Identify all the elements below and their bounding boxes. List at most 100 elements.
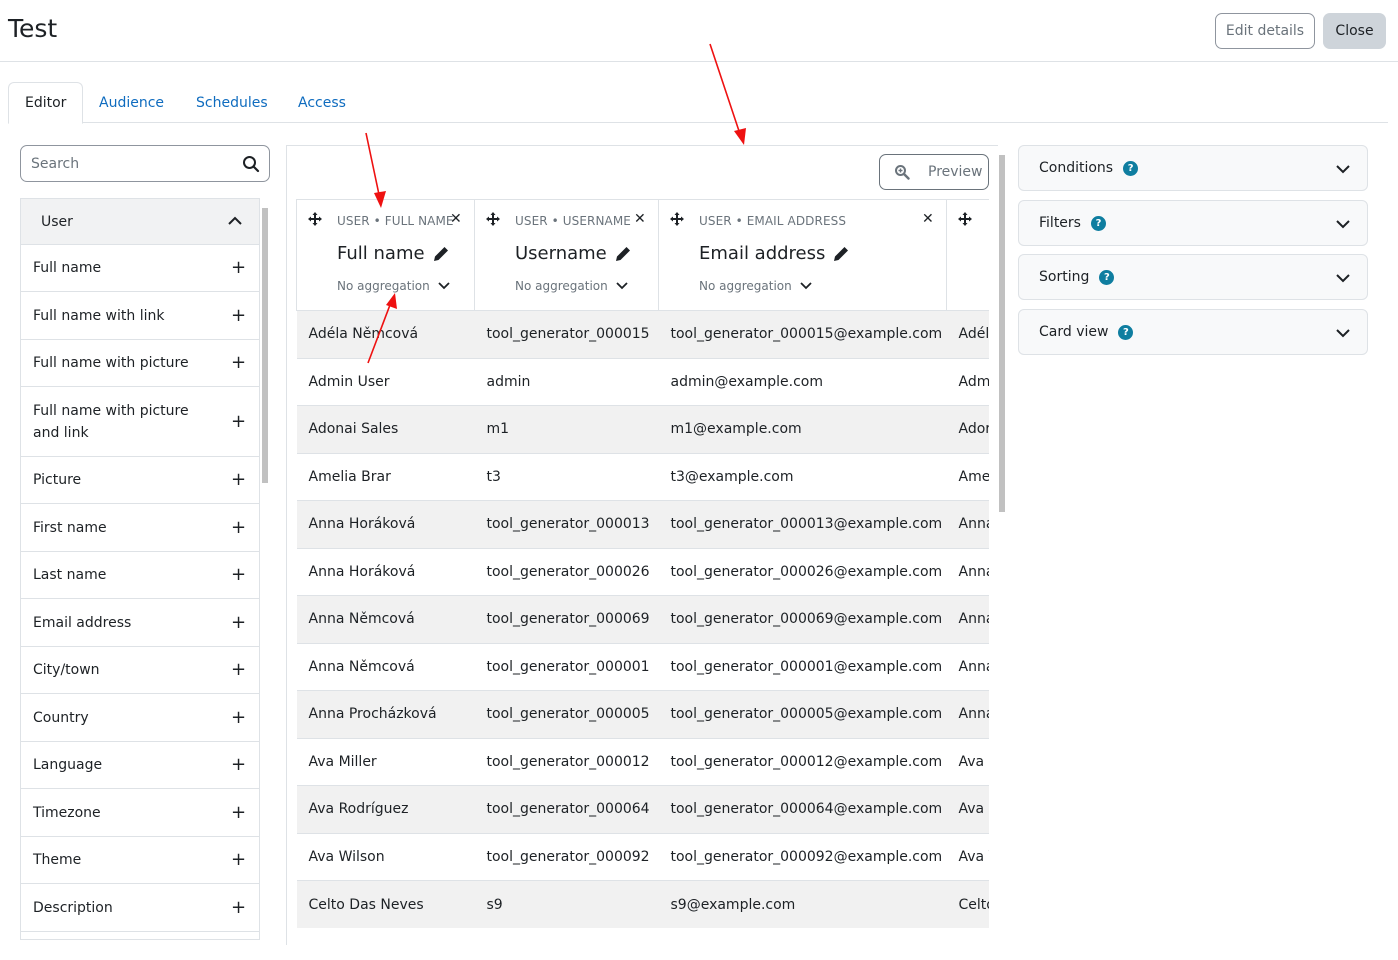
- zoom-icon: [895, 165, 910, 180]
- table-cell: tool_generator_000026@example.com: [658, 547, 947, 596]
- add-icon[interactable]: +: [231, 802, 246, 824]
- table-cell: Ame: [946, 452, 989, 501]
- edit-details-button[interactable]: Edit details: [1215, 13, 1315, 49]
- sidebar-item-theme[interactable]: Theme +: [21, 837, 259, 884]
- sidebar-scrollbar[interactable]: [262, 204, 268, 940]
- column-title[interactable]: Username: [515, 243, 631, 264]
- table-cell: tool_generator_000069@example.com: [658, 595, 947, 643]
- table-row: Anna Horáková tool_generator_000013 tool_g…: [296, 500, 989, 548]
- help-icon[interactable]: ?: [1118, 324, 1134, 340]
- sidebar-item-description[interactable]: Description +: [21, 884, 259, 932]
- card-view-panel[interactable]: Card view?: [1018, 309, 1368, 355]
- sidebar-item-last-name[interactable]: Last name +: [21, 552, 259, 599]
- table-row: Anna Němcová tool_generator_000001 tool_ge…: [296, 642, 989, 691]
- sidebar-item-first-name[interactable]: First name +: [21, 504, 259, 552]
- add-icon[interactable]: +: [231, 564, 246, 586]
- help-icon[interactable]: ?: [1123, 160, 1139, 176]
- tab-editor[interactable]: Editor: [8, 82, 84, 124]
- sidebar-item-picture[interactable]: Picture +: [21, 457, 259, 504]
- add-icon[interactable]: +: [231, 352, 246, 374]
- table-cell: s9@example.com: [658, 880, 947, 928]
- tab-access[interactable]: Access: [282, 82, 362, 123]
- sidebar-item-email-address[interactable]: Email address +: [21, 599, 259, 647]
- aggregation-select[interactable]: No aggregation: [337, 279, 451, 293]
- table-cell: Adm: [946, 357, 989, 406]
- add-icon[interactable]: +: [231, 517, 246, 539]
- help-icon[interactable]: ?: [1090, 215, 1106, 231]
- remove-column-icon[interactable]: ✕: [634, 211, 646, 227]
- scrollbar-thumb[interactable]: [262, 208, 268, 483]
- sidebar-item-full-name-with-link[interactable]: Full name with link +: [21, 292, 259, 340]
- search-input[interactable]: [31, 153, 231, 175]
- add-icon[interactable]: +: [231, 754, 246, 776]
- sidebar-item-country[interactable]: Country +: [21, 694, 259, 742]
- scrollbar-thumb[interactable]: [999, 155, 1005, 512]
- report-table-container: USER • FULL NAME ✕ Full name No aggregat…: [296, 199, 989, 940]
- table-cell: Amelia Brar: [296, 452, 475, 501]
- table-row: Ava Rodríguez tool_generator_000064 tool_g…: [296, 785, 989, 833]
- table-cell: tool_generator_000026: [474, 547, 659, 596]
- table-row: Admin User admin admin@example.com Adm: [296, 357, 989, 406]
- move-icon[interactable]: [958, 212, 972, 226]
- table-cell: Adél: [946, 310, 989, 358]
- sidebar-item-full-name-with-picture[interactable]: Full name with picture +: [21, 340, 259, 387]
- add-icon[interactable]: +: [231, 849, 246, 871]
- table-cell: tool_generator_000001@example.com: [658, 642, 947, 691]
- filters-panel[interactable]: Filters?: [1018, 200, 1368, 246]
- table-row: Celto Das Nevess9s9@example.comCelto: [296, 880, 989, 928]
- table-cell: tool_generator_000005@example.com: [658, 690, 947, 738]
- add-icon[interactable]: +: [231, 707, 246, 729]
- table-row: Adéla Němcová tool_generator_000015 tool_g…: [296, 310, 989, 358]
- add-icon[interactable]: +: [231, 257, 246, 279]
- sidebar-item-full-name[interactable]: Full name +: [21, 245, 259, 292]
- table-cell: Celto Das Neves: [296, 880, 475, 928]
- remove-column-icon[interactable]: ✕: [450, 211, 462, 227]
- sidebar-item-city-town[interactable]: City/town +: [21, 647, 259, 694]
- remove-column-icon[interactable]: ✕: [922, 211, 934, 227]
- add-icon[interactable]: +: [231, 411, 246, 433]
- column-title[interactable]: Full name: [337, 243, 449, 264]
- add-icon[interactable]: +: [231, 659, 246, 681]
- table-cell: s9: [474, 880, 659, 928]
- conditions-panel[interactable]: Conditions?: [1018, 145, 1368, 191]
- table-cell: tool_generator_000015: [474, 310, 659, 358]
- column-header-partial: [946, 199, 989, 311]
- table-cell: tool_generator_000013: [474, 500, 659, 548]
- report-scrollbar[interactable]: [999, 150, 1005, 940]
- aggregation-select[interactable]: No aggregation: [515, 279, 629, 293]
- pencil-icon[interactable]: [433, 246, 449, 262]
- help-icon[interactable]: ?: [1099, 269, 1115, 285]
- move-icon[interactable]: [486, 212, 500, 226]
- add-icon[interactable]: +: [231, 469, 246, 491]
- sidebar-group-user[interactable]: User: [21, 199, 259, 245]
- aggregation-select[interactable]: No aggregation: [699, 279, 813, 293]
- search-icon[interactable]: [242, 155, 260, 173]
- table-cell: tool_generator_000012: [474, 737, 659, 786]
- move-icon[interactable]: [670, 212, 684, 226]
- sidebar-item-timezone[interactable]: Timezone +: [21, 789, 259, 837]
- preview-button[interactable]: Preview: [879, 154, 989, 190]
- table-cell: Ava Wilson: [296, 832, 475, 881]
- sorting-panel[interactable]: Sorting?: [1018, 254, 1368, 300]
- column-category: USER • FULL NAME: [337, 214, 454, 228]
- column-title[interactable]: Email address: [699, 243, 849, 264]
- tab-audience[interactable]: Audience: [83, 82, 180, 123]
- add-icon[interactable]: +: [231, 305, 246, 327]
- add-icon[interactable]: +: [231, 897, 246, 919]
- sidebar-item-language[interactable]: Language +: [21, 742, 259, 789]
- table-cell: t3: [474, 452, 659, 501]
- column-category: USER • USERNAME: [515, 214, 631, 228]
- table-cell: Anna: [946, 500, 989, 548]
- sidebar-item-full-name-with-picture-and-link[interactable]: Full name with picture and link +: [21, 387, 259, 457]
- pencil-icon[interactable]: [833, 246, 849, 262]
- add-icon[interactable]: +: [231, 612, 246, 634]
- close-button[interactable]: Close: [1323, 13, 1386, 49]
- table-row: Amelia Brar t3 t3@example.com Ame: [296, 452, 989, 501]
- table-cell: Anna Procházková: [296, 690, 475, 738]
- table-cell: Anna: [946, 547, 989, 596]
- table-cell: m1@example.com: [658, 405, 947, 453]
- pencil-icon[interactable]: [615, 246, 631, 262]
- table-row: Adonai Sales m1 m1@example.com Ador: [296, 405, 989, 453]
- tab-schedules[interactable]: Schedules: [180, 82, 284, 123]
- move-icon[interactable]: [308, 212, 322, 226]
